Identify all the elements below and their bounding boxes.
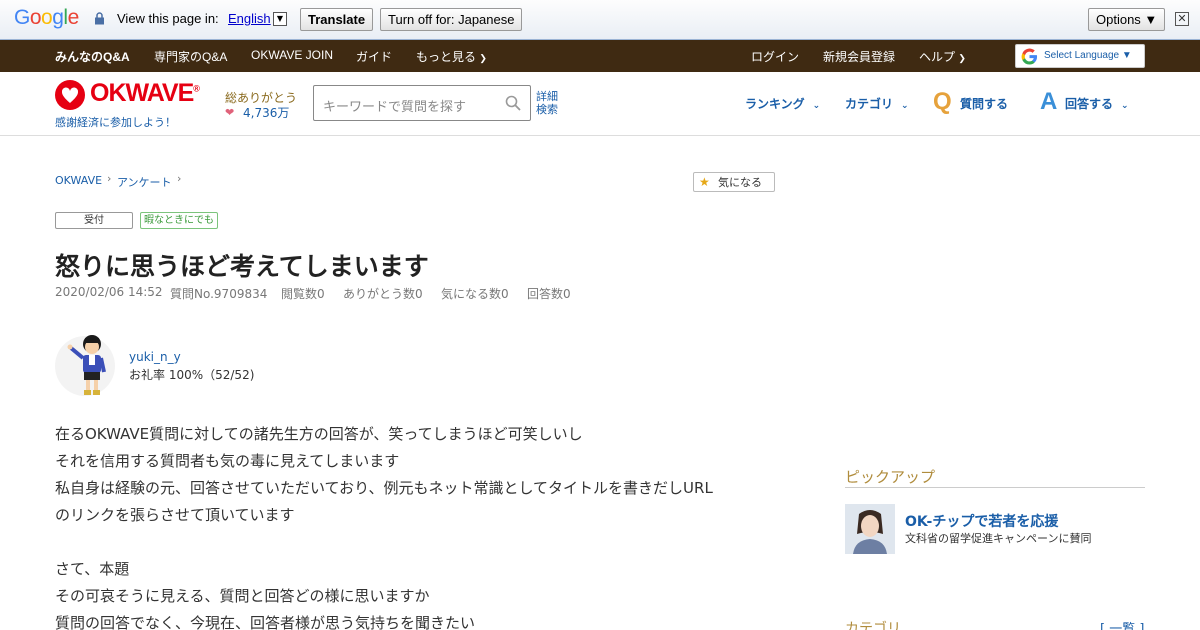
user-name-link[interactable]: yuki_n_y: [129, 350, 181, 364]
select-language-dropdown[interactable]: Select Language​ ▼: [1015, 44, 1145, 68]
question-body-line: 質問の回答でなく、今現在、回答者様が思う気持ちを聞きたい: [55, 614, 476, 630]
answer-count: 回答数0: [527, 287, 571, 301]
question-body-line: その可哀そうに見える、質問と回答どの様に思いますか: [55, 587, 430, 605]
language-dropdown-icon[interactable]: ▼: [273, 12, 287, 26]
answer-a-icon[interactable]: A: [1040, 88, 1057, 116]
turn-off-button[interactable]: Turn off for: Japanese: [380, 8, 523, 31]
search-icon[interactable]: [505, 95, 521, 111]
nav-help[interactable]: ヘルプ ❯: [919, 48, 966, 65]
nav-ranking-label: ランキング: [745, 97, 805, 111]
translate-button[interactable]: Translate: [300, 8, 374, 31]
nav-answer[interactable]: 回答する ⌄: [1065, 95, 1129, 112]
posted-date: 2020/02/06 14:52: [55, 285, 163, 299]
select-language-label: Select Language​ ▼: [1044, 50, 1132, 61]
pickup-heading: ピックアップ: [845, 468, 936, 486]
pickup-description: 文科省の留学促進キャンペーンに賛同: [905, 532, 1092, 545]
chevron-down-icon: ⌄: [901, 101, 909, 111]
nav-more[interactable]: もっと見る ❯: [416, 48, 487, 65]
ask-question-link[interactable]: 質問する: [960, 95, 1008, 112]
view-count: 閲覧数0: [281, 287, 325, 301]
nav-category-label: カテゴリ: [845, 97, 894, 111]
breadcrumb-survey[interactable]: アンケート: [117, 174, 172, 190]
language-link[interactable]: English: [228, 11, 271, 26]
nav-help-label: ヘルプ: [919, 50, 956, 64]
leisure-badge: 暇なときにでも: [140, 212, 218, 229]
star-icon: ★: [699, 175, 710, 189]
thanks-count: ありがとう数0: [343, 287, 423, 301]
nav-okwave-join[interactable]: OKWAVE JOIN: [251, 48, 333, 62]
options-button[interactable]: Options ▼: [1088, 8, 1166, 31]
question-number: 質問No.9709834: [170, 287, 268, 301]
divider: [845, 487, 1145, 488]
question-body-line: 在るOKWAVE質問に対しての諸先生方の回答が、笑ってしまうほど可笑しいし: [55, 425, 583, 443]
avatar[interactable]: [55, 330, 119, 400]
total-thanks-count: 4,736万: [243, 106, 290, 120]
google-g-icon: [1021, 48, 1038, 65]
close-icon[interactable]: ✕: [1175, 12, 1189, 26]
pickup-link[interactable]: OK-チップで若者を応援: [905, 511, 1058, 531]
advanced-search-link[interactable]: 詳細 検索: [536, 90, 558, 116]
category-heading: カテゴリ: [845, 621, 901, 630]
page-title: 怒りに思うほど考えてしまいます: [55, 252, 429, 281]
question-body-line: 私自身は経験の元、回答させていただいており、例元もネット常識としてタイトルを書き…: [55, 479, 713, 497]
heart-icon: ❤: [225, 106, 235, 119]
nav-answer-label: 回答する: [1065, 97, 1114, 111]
category-all-link[interactable]: [ 一覧 ]: [1100, 618, 1144, 630]
logo-tagline[interactable]: 感謝経済に参加しよう！: [55, 114, 176, 130]
chevron-down-icon: ❯: [479, 53, 487, 63]
breadcrumb-okwave[interactable]: OKWAVE: [55, 174, 102, 187]
nav-login[interactable]: ログイン: [751, 48, 799, 65]
search-placeholder: キーワードで質問を探す: [323, 100, 467, 115]
status-badge: 受付: [55, 212, 133, 229]
question-body-line: のリンクを張らさせて頂いています: [55, 506, 295, 524]
nav-everyone-qa[interactable]: みんなのQ&A: [55, 48, 130, 65]
nav-expert-qa[interactable]: 専門家のQ&A: [154, 48, 227, 65]
lock-icon: [95, 12, 104, 25]
question-q-icon[interactable]: Q: [933, 88, 952, 116]
watch-button[interactable]: ★ 気になる: [693, 172, 775, 192]
advanced-search-line1: 詳細: [536, 90, 558, 103]
site-header: OKWAVE® 感謝経済に参加しよう！ 総ありがとう ❤ 4,736万 キーワー…: [0, 72, 1200, 136]
site-logo[interactable]: OKWAVE®: [90, 79, 200, 108]
google-logo: Google: [14, 6, 79, 29]
translate-bar: Google View this page in: English ▼ Tran…: [0, 0, 1200, 40]
chevron-down-icon: ⌄: [1121, 101, 1129, 111]
nav-register[interactable]: 新規会員登録: [823, 48, 895, 65]
chevron-down-icon: ❯: [958, 53, 966, 63]
nav-guide[interactable]: ガイド: [356, 48, 392, 65]
breadcrumb-separator-icon: ›: [177, 172, 182, 185]
nav-category[interactable]: カテゴリ ⌄: [845, 95, 909, 112]
watch-label: 気になる: [718, 176, 762, 189]
chevron-down-icon: ⌄: [812, 101, 821, 111]
view-page-in-label: View this page in:: [117, 11, 219, 26]
question-body-line: さて、本題: [55, 560, 130, 578]
heart-logo-icon[interactable]: [55, 80, 85, 110]
question-body-line: それを信用する質問者も気の毒に見えてしまいます: [55, 452, 400, 470]
nav-ranking[interactable]: ランキング ⌄: [745, 95, 820, 112]
pickup-thumbnail[interactable]: [845, 504, 895, 554]
site-logo-text: OKWAVE: [90, 79, 194, 107]
search-input[interactable]: キーワードで質問を探す: [313, 85, 531, 121]
nav-more-label: もっと見る: [416, 50, 477, 64]
user-thanks-rate: お礼率 100%（52/52): [129, 368, 255, 382]
watch-count: 気になる数0: [441, 287, 509, 301]
breadcrumb-separator-icon: ›: [107, 172, 112, 185]
advanced-search-line2: 検索: [536, 103, 558, 116]
